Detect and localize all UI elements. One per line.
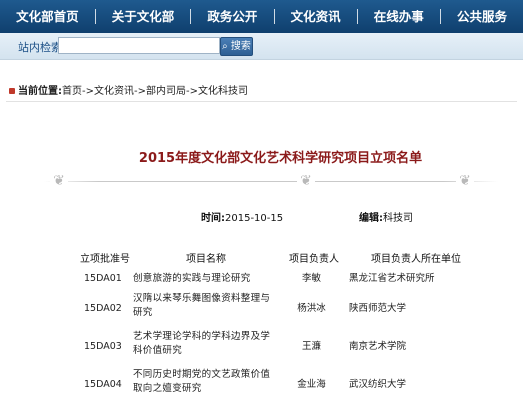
site-search-bar: 站内检索 ⌕ 搜索 <box>0 33 523 60</box>
row-code: 15DA03 <box>84 341 122 352</box>
nav-item-culture-news[interactable]: 文化资讯 <box>275 0 357 33</box>
editor-value: 科技司 <box>383 213 413 224</box>
row-project-name: 不同历史时期党的文艺政策价值取向之嬗变研究 <box>133 369 271 394</box>
search-input[interactable] <box>58 37 220 54</box>
page-title: 2015年度文化部文化艺术科学研究项目立项名单 <box>138 151 423 166</box>
row-unit: 陕西师范大学 <box>349 303 407 314</box>
nav-item-home[interactable]: 文化部首页 <box>0 0 95 33</box>
nav-item-public-services[interactable]: 公共服务 <box>441 0 523 33</box>
breadcrumb-label: 当前位置: <box>18 86 62 97</box>
nav-item-about[interactable]: 关于文化部 <box>96 0 191 33</box>
nav-item-online-services[interactable]: 在线办事 <box>358 0 440 33</box>
row-leader: 王濂 <box>301 341 321 352</box>
search-label: 站内检索 <box>18 41 62 54</box>
date-label: 时间: <box>201 213 225 224</box>
row-unit: 黑龙江省艺术研究所 <box>349 273 435 284</box>
row-code: 15DA04 <box>84 379 122 390</box>
breadcrumb-divider <box>6 101 517 102</box>
row-project-name: 创意旅游的实践与理论研究 <box>133 273 251 284</box>
breadcrumb-path[interactable]: 首页->文化资讯->部内司局->文化科技司 <box>62 86 248 97</box>
row-project-name: 艺术学理论学科的学科边界及学科价值研究 <box>133 331 271 356</box>
nav-item-government-affairs[interactable]: 政务公开 <box>191 0 273 33</box>
search-icon: ⌕ <box>222 41 228 52</box>
row-code: 15DA01 <box>84 273 122 284</box>
breadcrumb: 当前位置:首页->文化资讯->部内司局->文化科技司 <box>9 82 248 97</box>
date-value: 2015-10-15 <box>225 213 284 224</box>
row-unit: 南京艺术学院 <box>349 341 407 352</box>
row-project-name: 汉隋以来琴乐舞图像资料整理与研究 <box>133 293 271 318</box>
row-unit: 武汉纺织大学 <box>349 379 407 390</box>
row-leader: 李敏 <box>301 273 321 284</box>
title-ornament-divider <box>44 181 498 182</box>
top-navigation: 文化部首页 关于文化部 政务公开 文化资讯 在线办事 公共服务 <box>0 0 523 33</box>
publish-date: 时间:2015-10-15 <box>201 209 283 224</box>
ornament-center-icon: ❦ <box>297 172 315 190</box>
row-code: 15DA02 <box>84 303 122 314</box>
search-button[interactable]: ⌕ 搜索 <box>220 37 253 56</box>
editor-label: 编辑: <box>359 213 383 224</box>
editor-info: 编辑:科技司 <box>359 209 413 224</box>
search-button-label: 搜索 <box>230 41 251 52</box>
column-header-leader: 项目负责人 <box>289 254 339 265</box>
ornament-right-icon: ❦ <box>456 172 474 190</box>
column-header-name: 项目名称 <box>186 254 226 265</box>
column-header-code: 立项批准号 <box>80 254 130 265</box>
row-leader: 杨洪冰 <box>297 303 326 314</box>
location-pin-icon <box>9 88 15 94</box>
column-header-unit: 项目负责人所在单位 <box>371 254 461 265</box>
ornament-left-icon: ❦ <box>50 172 68 190</box>
row-leader: 金业海 <box>297 379 326 390</box>
